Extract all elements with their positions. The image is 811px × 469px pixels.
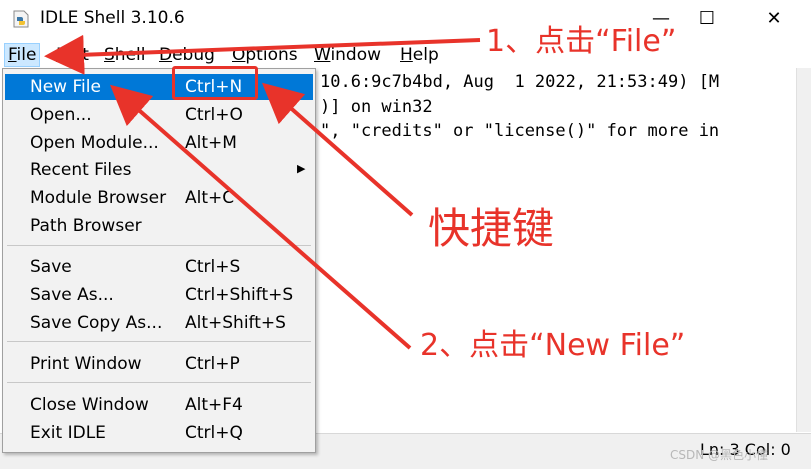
python-icon [13, 10, 29, 28]
menu-item-shortcut: Ctrl+Q [185, 423, 243, 443]
menu-item-recent-files[interactable]: Recent Files ▶ [5, 157, 313, 183]
menu-help-mnemonic: H [400, 45, 413, 65]
menu-options-rest: ptions [245, 45, 298, 65]
close-button[interactable]: ✕ [759, 6, 789, 32]
menu-item-label: Recent Files [30, 160, 132, 180]
menu-item-shortcut: Ctrl+P [185, 354, 240, 374]
title-bar: IDLE Shell 3.10.6 — ☐ ✕ [0, 0, 811, 38]
menu-options-mnemonic: O [232, 45, 246, 65]
menu-file-rest: ile [16, 45, 37, 65]
menu-item-label: Open... [30, 105, 92, 125]
menu-item-save-copy-as[interactable]: Save Copy As... Alt+Shift+S [5, 310, 313, 336]
menu-window-rest: indow [330, 45, 382, 65]
menu-separator [7, 382, 311, 383]
menu-item-save-as[interactable]: Save As... Ctrl+Shift+S [5, 282, 313, 308]
menu-debug[interactable]: Debug [159, 45, 215, 65]
menu-item-label: Path Browser [30, 216, 142, 236]
menu-options[interactable]: Options [232, 45, 298, 65]
menu-item-label: Module Browser [30, 188, 167, 208]
menu-help-rest: elp [412, 45, 439, 65]
file-menu-dropdown: New File Ctrl+N Open... Ctrl+O Open Modu… [2, 68, 316, 453]
menu-edit[interactable]: Edit [56, 45, 89, 65]
menu-item-shortcut: Ctrl+N [185, 77, 243, 97]
menu-item-label: Close Window [30, 395, 149, 415]
window-title: IDLE Shell 3.10.6 [40, 8, 185, 28]
shell-line: 10.6:9c7b4bd, Aug 1 2022, 21:53:49) [M [320, 72, 720, 92]
menu-separator [7, 341, 311, 342]
menu-edit-mnemonic: E [56, 45, 67, 65]
minimize-button[interactable]: — [646, 6, 676, 32]
menu-file[interactable]: File [4, 43, 41, 67]
menu-item-shortcut: Alt+C [185, 188, 235, 208]
watermark: CSDN @黑色小懂 [670, 448, 769, 462]
menu-window-mnemonic: W [314, 45, 331, 65]
menu-item-shortcut: Alt+Shift+S [185, 313, 286, 333]
menu-file-mnemonic: F [8, 45, 17, 65]
menu-item-path-browser[interactable]: Path Browser [5, 213, 313, 239]
menu-item-label: Print Window [30, 354, 142, 374]
shell-line: ", "credits" or "license()" for more in [320, 121, 720, 141]
menu-item-save[interactable]: Save Ctrl+S [5, 254, 313, 280]
menu-item-label: Save As... [30, 285, 114, 305]
menu-item-shortcut: Alt+M [185, 133, 237, 153]
menu-item-close-window[interactable]: Close Window Alt+F4 [5, 392, 313, 418]
menu-item-new-file[interactable]: New File Ctrl+N [5, 74, 313, 100]
menu-item-label: Exit IDLE [30, 423, 106, 443]
menu-item-print-window[interactable]: Print Window Ctrl+P [5, 351, 313, 377]
maximize-button[interactable]: ☐ [692, 6, 722, 32]
menu-item-shortcut: Ctrl+O [185, 105, 243, 125]
menu-shell-rest: hell [114, 45, 146, 65]
submenu-arrow-icon: ▶ [297, 162, 306, 175]
menu-item-label: New File [30, 77, 101, 97]
menu-edit-rest: dit [66, 45, 89, 65]
menu-window[interactable]: Window [314, 45, 381, 65]
menu-item-module-browser[interactable]: Module Browser Alt+C [5, 185, 313, 211]
vertical-scrollbar[interactable] [796, 68, 811, 432]
menu-debug-rest: ebug [172, 45, 215, 65]
menu-item-open[interactable]: Open... Ctrl+O [5, 102, 313, 128]
menu-item-label: Open Module... [30, 133, 159, 153]
menu-shell[interactable]: Shell [104, 45, 145, 65]
shell-line: )] on win32 [320, 97, 433, 117]
menu-item-open-module[interactable]: Open Module... Alt+M [5, 130, 313, 156]
menu-shell-mnemonic: S [104, 45, 115, 65]
menu-item-shortcut: Ctrl+Shift+S [185, 285, 294, 305]
menu-item-exit-idle[interactable]: Exit IDLE Ctrl+Q [5, 420, 313, 446]
menu-separator [7, 245, 311, 246]
menu-debug-mnemonic: D [159, 45, 173, 65]
menu-item-label: Save [30, 257, 72, 277]
menu-item-shortcut: Ctrl+S [185, 257, 241, 277]
menu-help[interactable]: Help [400, 45, 439, 65]
menu-bar: File Edit Shell Debug Options Window Hel… [0, 42, 811, 68]
menu-item-shortcut: Alt+F4 [185, 395, 243, 415]
menu-item-label: Save Copy As... [30, 313, 163, 333]
